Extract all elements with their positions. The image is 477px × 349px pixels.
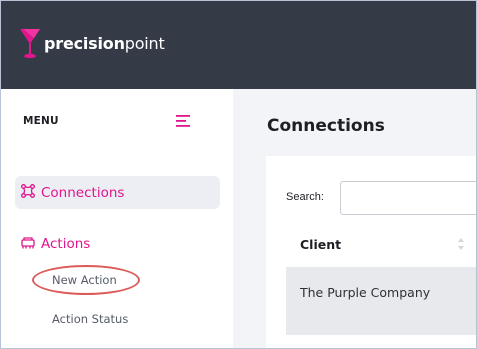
search-input[interactable] [340, 181, 476, 215]
hamburger-menu-icon[interactable] [176, 113, 192, 127]
search-label: Search: [286, 191, 324, 203]
sidebar-item-label: Connections [41, 184, 125, 201]
sidebar-subitem-new-action[interactable]: New Action [52, 273, 117, 287]
main-content: Connections Search: Client The Purple Co… [233, 89, 476, 348]
sidebar-item-connections[interactable]: Connections [15, 176, 220, 209]
page-title: Connections [267, 116, 385, 136]
connections-icon [21, 183, 35, 202]
sort-icon[interactable] [457, 236, 465, 252]
cocktail-glass-logo-icon [19, 26, 41, 60]
brand-wordmark-light: point [124, 33, 165, 53]
connections-table-card: Search: Client The Purple Company [266, 156, 476, 348]
app-window: precisionpoint MENU Connections Actions … [0, 0, 477, 349]
actions-icon [21, 235, 35, 254]
brand-wordmark-bold: precision [44, 33, 125, 53]
sidebar-subitem-action-status[interactable]: Action Status [52, 312, 128, 326]
column-header-client[interactable]: Client [300, 237, 341, 252]
sidebar-item-label: Actions [41, 236, 91, 252]
sidebar-item-actions[interactable]: Actions [21, 233, 90, 255]
brand-wordmark: precisionpoint [44, 34, 165, 53]
top-bar: precisionpoint [1, 1, 476, 89]
table-cell-client: The Purple Company [300, 285, 431, 300]
brand-logo[interactable]: precisionpoint [19, 26, 165, 60]
sidebar: MENU Connections Actions New Action Acti… [1, 89, 233, 348]
menu-label: MENU [23, 115, 59, 127]
table-row[interactable]: The Purple Company [286, 267, 476, 335]
